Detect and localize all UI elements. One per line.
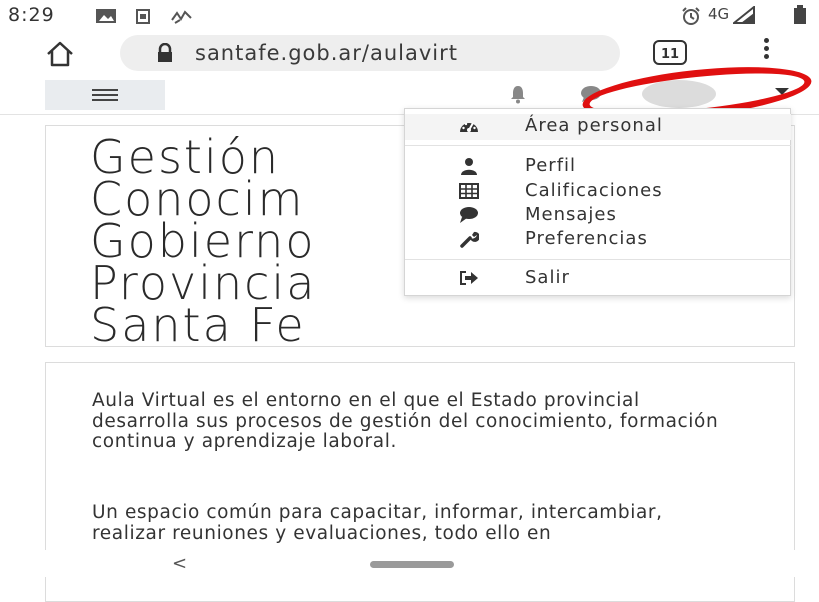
storage-notification-icon xyxy=(136,9,150,24)
menu-item-preferences[interactable]: Preferencias xyxy=(405,227,791,253)
status-time: 8:29 xyxy=(8,4,55,26)
address-bar[interactable]: santafe.gob.ar/aulavirt xyxy=(120,35,620,71)
signal-icon xyxy=(733,6,755,24)
menu-item-logout[interactable]: Salir xyxy=(405,266,791,292)
menu-item-profile[interactable]: Perfil xyxy=(405,154,791,180)
user-dropdown-menu: Área personal Perfil Calificaciones Mens… xyxy=(404,108,791,296)
lock-icon xyxy=(158,43,172,62)
menu-item-messages[interactable]: Mensajes xyxy=(405,203,791,229)
back-button[interactable]: < xyxy=(172,553,187,574)
notifications-bell-icon[interactable] xyxy=(508,84,528,104)
tab-switcher-button[interactable]: 11 xyxy=(653,40,687,65)
menu-item-grades[interactable]: Calificaciones xyxy=(405,179,791,205)
home-icon[interactable] xyxy=(45,40,75,68)
message-icon xyxy=(460,207,478,223)
menu-divider xyxy=(405,259,791,260)
system-navigation-bar: < xyxy=(0,550,819,577)
menu-divider xyxy=(405,145,791,146)
page-title: Gestión Conocim Gobierno Provincia Santa… xyxy=(90,134,316,352)
description-paragraph-2: Un espacio común para capacitar, informa… xyxy=(92,502,663,544)
menu-item-label: Perfil xyxy=(525,155,577,176)
menu-item-label: Salir xyxy=(525,267,570,288)
battery-icon xyxy=(794,5,806,24)
description-paragraph: Aula Virtual es el entorno en el que el … xyxy=(92,390,719,452)
dashboard-icon xyxy=(460,122,478,132)
home-gesture-pill[interactable] xyxy=(370,561,454,568)
sign-out-icon xyxy=(460,271,478,285)
wrench-icon xyxy=(460,231,479,248)
user-icon xyxy=(461,158,477,175)
menu-item-dashboard[interactable]: Área personal xyxy=(405,114,791,140)
menu-item-label: Preferencias xyxy=(525,228,648,249)
status-bar: 8:29 4G xyxy=(0,0,819,30)
title-line: Santa Fe xyxy=(90,298,306,352)
activity-notification-icon xyxy=(171,10,192,24)
url-text: santafe.gob.ar/aulavirt xyxy=(195,41,458,65)
nav-drawer-button[interactable] xyxy=(45,80,165,110)
menu-item-label: Área personal xyxy=(525,115,663,136)
menu-item-label: Mensajes xyxy=(525,204,617,225)
network-type: 4G xyxy=(708,5,730,23)
menu-item-label: Calificaciones xyxy=(525,180,663,201)
table-icon xyxy=(459,183,479,199)
alarm-icon xyxy=(682,7,700,25)
image-notification-icon xyxy=(96,9,116,23)
browser-menu-button[interactable] xyxy=(764,38,770,62)
